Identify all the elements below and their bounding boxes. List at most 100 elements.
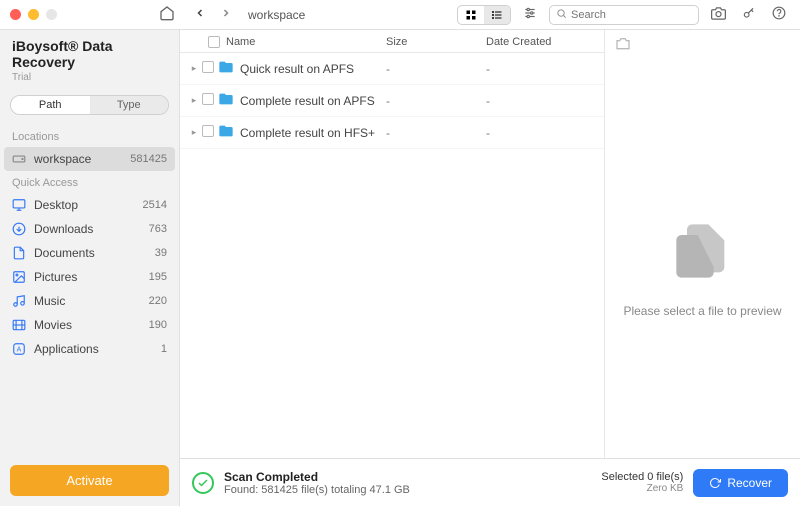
sidebar-item-count: 39 xyxy=(155,247,167,259)
sidebar-item-music[interactable]: Music 220 xyxy=(0,289,179,313)
search-icon xyxy=(556,8,567,22)
select-all-checkbox[interactable] xyxy=(208,36,220,48)
grid-view-button[interactable] xyxy=(458,6,484,24)
view-mode-segment xyxy=(457,5,511,25)
sidebar-item-workspace[interactable]: workspace 581425 xyxy=(4,147,175,171)
expand-toggle[interactable]: ▸ xyxy=(188,95,200,106)
folder-icon xyxy=(218,123,234,142)
sidebar-item-label: Music xyxy=(34,294,141,308)
selected-size: Zero KB xyxy=(601,483,683,494)
sidebar-item-label: Applications xyxy=(34,342,153,356)
disk-icon xyxy=(12,152,26,166)
expand-toggle[interactable]: ▸ xyxy=(188,127,200,138)
movie-icon xyxy=(12,318,26,332)
locations-header: Locations xyxy=(0,125,179,147)
sidebar-item-count: 581425 xyxy=(130,153,167,165)
nav-forward-button[interactable] xyxy=(216,5,236,24)
search-input-container xyxy=(549,5,699,25)
folder-icon xyxy=(218,91,234,110)
sidebar-item-count: 2514 xyxy=(143,199,167,211)
sidebar: iBoysoft® Data Recovery Trial Path Type … xyxy=(0,30,180,506)
row-date: - xyxy=(486,62,596,76)
key-icon[interactable] xyxy=(738,4,760,25)
sidebar-item-label: Pictures xyxy=(34,270,141,284)
svg-text:A: A xyxy=(17,346,22,353)
license-status: Trial xyxy=(0,72,179,91)
file-list: Name Size Date Created ▸ Quick result on… xyxy=(180,30,605,458)
breadcrumb: workspace xyxy=(248,8,305,22)
recover-label: Recover xyxy=(727,476,772,490)
tab-path[interactable]: Path xyxy=(11,96,90,114)
sidebar-tabs: Path Type xyxy=(10,95,169,115)
selected-count: Selected 0 file(s) xyxy=(601,471,683,483)
sidebar-item-movies[interactable]: Movies 190 xyxy=(0,313,179,337)
table-row[interactable]: ▸ Complete result on APFS - - xyxy=(180,85,604,117)
app-icon: A xyxy=(12,342,26,356)
row-name: Complete result on HFS+ xyxy=(240,126,386,140)
nav-back-button[interactable] xyxy=(190,5,210,24)
camera-icon[interactable] xyxy=(707,4,730,26)
sidebar-item-applications[interactable]: A Applications 1 xyxy=(0,337,179,361)
status-subtitle: Found: 581425 file(s) totaling 47.1 GB xyxy=(224,484,591,496)
table-row[interactable]: ▸ Complete result on HFS+ - - xyxy=(180,117,604,149)
help-icon[interactable] xyxy=(768,4,790,25)
titlebar: workspace xyxy=(0,0,800,30)
picture-icon xyxy=(12,270,26,284)
sidebar-item-count: 763 xyxy=(149,223,167,235)
scan-complete-icon xyxy=(192,472,214,494)
sidebar-item-label: Downloads xyxy=(34,222,141,236)
row-name: Complete result on APFS xyxy=(240,94,386,108)
sidebar-item-count: 195 xyxy=(149,271,167,283)
home-icon[interactable] xyxy=(159,5,175,24)
preview-panel: Please select a file to preview xyxy=(605,30,800,458)
list-view-button[interactable] xyxy=(484,6,510,24)
sidebar-item-desktop[interactable]: Desktop 2514 xyxy=(0,193,179,217)
status-title: Scan Completed xyxy=(224,470,591,484)
sidebar-item-count: 190 xyxy=(149,319,167,331)
tab-type[interactable]: Type xyxy=(90,96,169,114)
row-date: - xyxy=(486,94,596,108)
window-close-button[interactable] xyxy=(10,9,21,20)
sidebar-item-pictures[interactable]: Pictures 195 xyxy=(0,265,179,289)
column-name[interactable]: Name xyxy=(226,36,255,48)
preview-toolbar-icon[interactable] xyxy=(615,41,631,55)
table-row[interactable]: ▸ Quick result on APFS - - xyxy=(180,53,604,85)
row-size: - xyxy=(386,62,486,76)
search-input[interactable] xyxy=(571,9,692,21)
app-title: iBoysoft® Data Recovery xyxy=(0,30,179,72)
sidebar-item-label: Desktop xyxy=(34,198,135,212)
window-minimize-button[interactable] xyxy=(28,9,39,20)
music-icon xyxy=(12,294,26,308)
sidebar-item-documents[interactable]: Documents 39 xyxy=(0,241,179,265)
document-icon xyxy=(12,246,26,260)
row-date: - xyxy=(486,126,596,140)
sidebar-item-label: Documents xyxy=(34,246,147,260)
window-maximize-button[interactable] xyxy=(46,9,57,20)
filter-icon[interactable] xyxy=(519,4,541,25)
column-size[interactable]: Size xyxy=(386,36,486,48)
file-placeholder-icon xyxy=(671,219,735,286)
recover-button[interactable]: Recover xyxy=(693,469,788,497)
row-checkbox[interactable] xyxy=(200,125,216,140)
column-date[interactable]: Date Created xyxy=(486,36,596,48)
expand-toggle[interactable]: ▸ xyxy=(188,63,200,74)
sidebar-item-count: 1 xyxy=(161,343,167,355)
row-size: - xyxy=(386,94,486,108)
file-list-header: Name Size Date Created xyxy=(180,30,604,53)
row-checkbox[interactable] xyxy=(200,93,216,108)
row-checkbox[interactable] xyxy=(200,61,216,76)
status-bar: Scan Completed Found: 581425 file(s) tot… xyxy=(180,458,800,506)
activate-button[interactable]: Activate xyxy=(10,465,169,496)
row-name: Quick result on APFS xyxy=(240,62,386,76)
row-size: - xyxy=(386,126,486,140)
folder-icon xyxy=(218,59,234,78)
desktop-icon xyxy=(12,198,26,212)
quick-access-header: Quick Access xyxy=(0,171,179,193)
sidebar-item-downloads[interactable]: Downloads 763 xyxy=(0,217,179,241)
download-icon xyxy=(12,222,26,236)
sidebar-item-label: Movies xyxy=(34,318,141,332)
preview-message: Please select a file to preview xyxy=(623,304,781,318)
sidebar-item-count: 220 xyxy=(149,295,167,307)
refresh-icon xyxy=(709,477,721,489)
sidebar-item-label: workspace xyxy=(34,152,122,166)
